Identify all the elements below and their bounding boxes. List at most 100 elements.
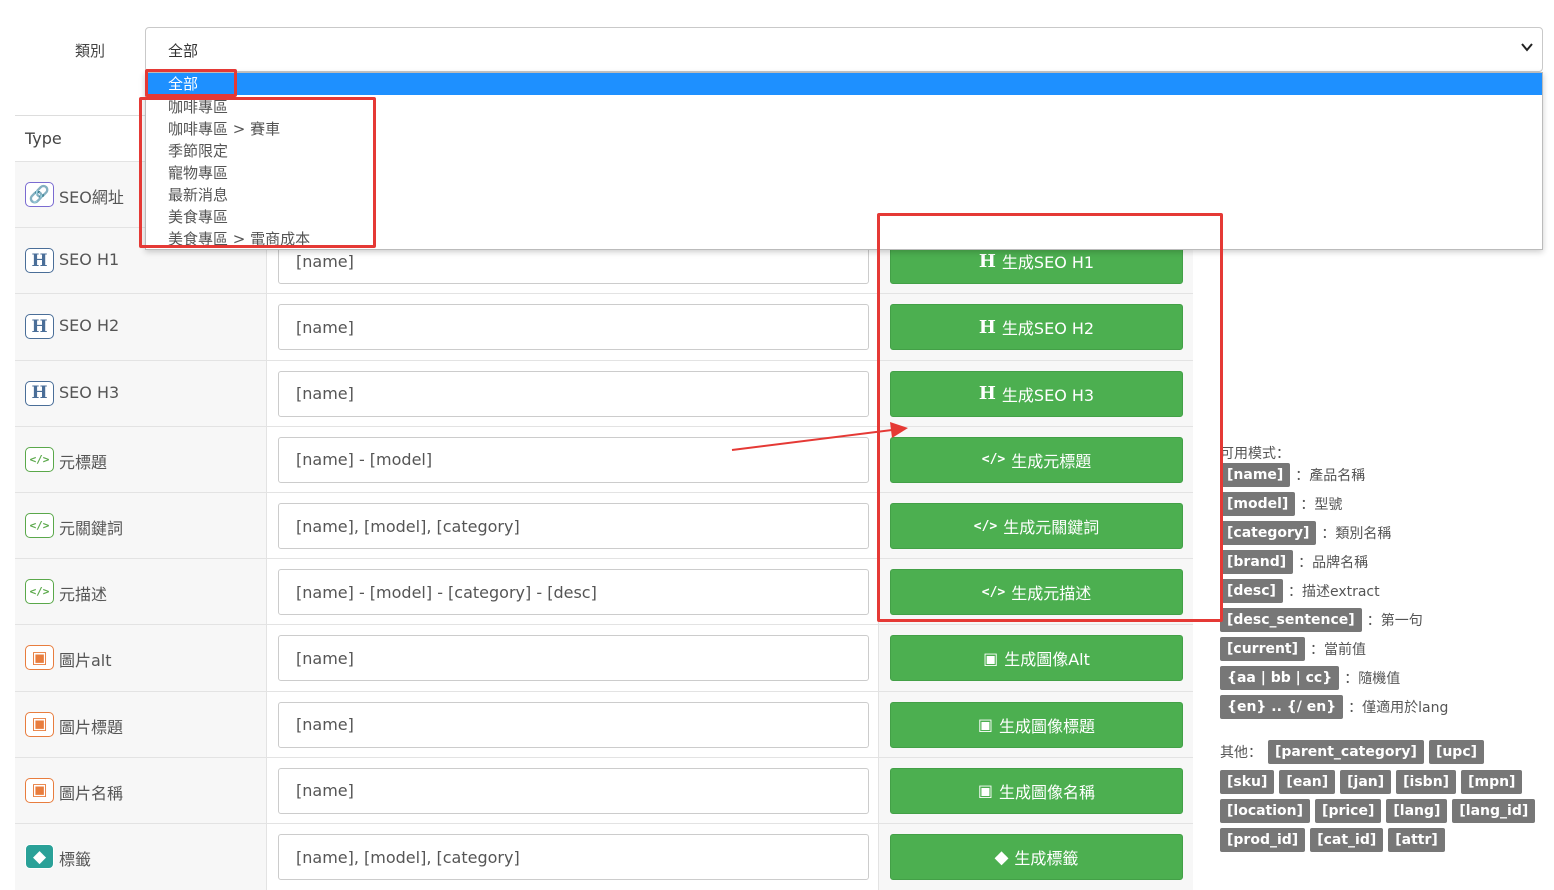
pattern-badge: [parent_category] [1268, 740, 1424, 764]
generate-button[interactable]: ▣ 生成圖像Alt [890, 635, 1183, 682]
pattern-line: [model] ：型號 [1220, 492, 1342, 516]
type-label: SEO H1 [59, 250, 120, 270]
pattern-description: ：當前值 [1310, 642, 1367, 658]
generate-button-label: 生成標籤 [1014, 849, 1079, 868]
pattern-badge: [price] [1315, 799, 1382, 823]
image-icon: ▣ [25, 645, 54, 671]
annotation-box-options [139, 97, 376, 248]
pattern-badge: [cat_id] [1310, 828, 1384, 852]
pattern-line: [brand] ：品牌名稱 [1220, 550, 1368, 574]
type-label: 元關鍵詞 [59, 519, 124, 538]
type-label: 圖片alt [59, 651, 112, 671]
pattern-cell [267, 824, 879, 890]
pattern-badge: [upc] [1428, 740, 1485, 764]
action-cell: ▣ 生成圖像標題 [879, 691, 1193, 758]
pattern-badge: [desc_sentence] [1220, 608, 1362, 632]
other-line-2: [sku] [ean] [jan] [isbn] [mpn] [1220, 770, 1527, 794]
category-select[interactable]: 全部 [145, 27, 1543, 72]
pattern-cell [267, 625, 879, 692]
pattern-description: ：品牌名稱 [1298, 555, 1369, 571]
action-cell: ▣ 生成圖像名稱 [879, 757, 1193, 824]
pattern-line: [name] ：產品名稱 [1220, 463, 1365, 487]
type-label: 圖片名稱 [59, 783, 124, 803]
pattern-line: [desc_sentence] ：第一句 [1220, 608, 1423, 632]
column-header-type: Type [25, 129, 62, 148]
table-row: ▣圖片名稱▣生成圖像名稱 [15, 756, 1193, 824]
pattern-badge: {aa | bb | cc} [1220, 666, 1340, 690]
type-label: SEO網址 [59, 188, 124, 207]
action-cell: ▣ 生成圖像Alt [879, 625, 1193, 692]
pattern-cell [267, 559, 879, 626]
pattern-input[interactable] [278, 503, 869, 549]
image-icon: ▣ [25, 777, 54, 803]
pattern-cell [267, 493, 879, 559]
type-label: SEO H3 [59, 382, 120, 402]
pattern-line: [category] ：類別名稱 [1220, 521, 1391, 545]
pattern-cell [267, 757, 879, 824]
type-cell: </> 元關鍵詞 [15, 493, 267, 559]
help-title: 可用模式： [1220, 446, 1290, 462]
type-cell: ◆ 標籤 [15, 824, 267, 890]
pattern-line: [current] ：當前值 [1220, 637, 1366, 661]
type-label: 元標題 [59, 452, 108, 472]
pattern-input[interactable] [278, 370, 869, 417]
pattern-input[interactable] [278, 701, 869, 748]
chevron-down-icon [1521, 43, 1533, 52]
generate-button[interactable]: ▣ 生成圖像名稱 [890, 767, 1183, 814]
pattern-cell [267, 360, 879, 427]
generate-button-label: 生成圖像標題 [999, 716, 1096, 736]
image-icon: ▣ [977, 715, 994, 735]
image-icon: ▣ [983, 648, 999, 668]
image-icon: ▣ [977, 781, 994, 801]
pattern-input[interactable] [278, 569, 869, 616]
dropdown-option[interactable]: 全部 [146, 73, 1542, 95]
pattern-input[interactable] [278, 304, 869, 351]
pattern-input[interactable] [278, 767, 869, 814]
type-cell: ▣ 圖片名稱 [15, 757, 267, 824]
category-label: 類別 [75, 42, 106, 60]
other-label: 其他： [1220, 745, 1262, 761]
type-cell: </> 元標題 [15, 426, 267, 493]
type-label: 圖片標題 [59, 717, 124, 737]
tag-icon: ◆ [25, 844, 54, 869]
type-cell: ▣ 圖片標題 [15, 691, 267, 758]
pattern-line: {en} .. {/ en} ：僅適用於lang [1220, 695, 1448, 719]
pattern-cell [267, 294, 879, 361]
heading-icon: H [25, 380, 54, 406]
pattern-description: ：型號 [1300, 497, 1343, 513]
pattern-description: ：描述extract [1287, 584, 1380, 600]
generate-button[interactable]: ◆ 生成標籤 [890, 834, 1183, 880]
pattern-badge: [name] [1220, 463, 1291, 487]
pattern-badge: [location] [1220, 799, 1311, 823]
type-cell: ▣ 圖片alt [15, 625, 267, 692]
pattern-badge: [model] [1220, 492, 1296, 516]
generate-button-label: 生成圖像名稱 [999, 782, 1096, 802]
pattern-input[interactable] [278, 834, 869, 880]
pattern-badge: [mpn] [1461, 770, 1523, 794]
annotation-box-buttons [877, 213, 1223, 622]
link-icon: 🔗 [25, 182, 54, 207]
pattern-input[interactable] [278, 436, 869, 483]
pattern-line: [desc] ：描述extract [1220, 579, 1380, 603]
code-icon: </> [25, 446, 54, 472]
pattern-badge: [lang] [1386, 799, 1448, 823]
type-label: 標籤 [59, 850, 92, 869]
pattern-description: ：僅適用於lang [1348, 700, 1449, 716]
type-label: 元描述 [59, 585, 108, 605]
generate-button[interactable]: ▣ 生成圖像標題 [890, 701, 1183, 748]
action-cell: ◆ 生成標籤 [879, 824, 1193, 890]
pattern-badge: {en} .. {/ en} [1220, 695, 1344, 719]
other-line-3: [location] [price] [lang] [lang_id] [1220, 799, 1540, 823]
pattern-badge: [prod_id] [1220, 828, 1306, 852]
pattern-input[interactable] [278, 635, 869, 682]
annotation-box-selected [145, 69, 237, 97]
pattern-description: ：隨機值 [1344, 671, 1401, 687]
pattern-badge: [desc] [1220, 579, 1283, 603]
pattern-badge: [lang_id] [1452, 799, 1536, 823]
other-line-4: [prod_id] [cat_id] [attr] [1220, 828, 1450, 852]
pattern-badge: [current] [1220, 637, 1306, 661]
type-cell: </> 元描述 [15, 559, 267, 626]
pattern-badge: [isbn] [1396, 770, 1457, 794]
table-row: ▣圖片alt▣生成圖像Alt [15, 624, 1193, 692]
pattern-badge: [brand] [1220, 550, 1294, 574]
